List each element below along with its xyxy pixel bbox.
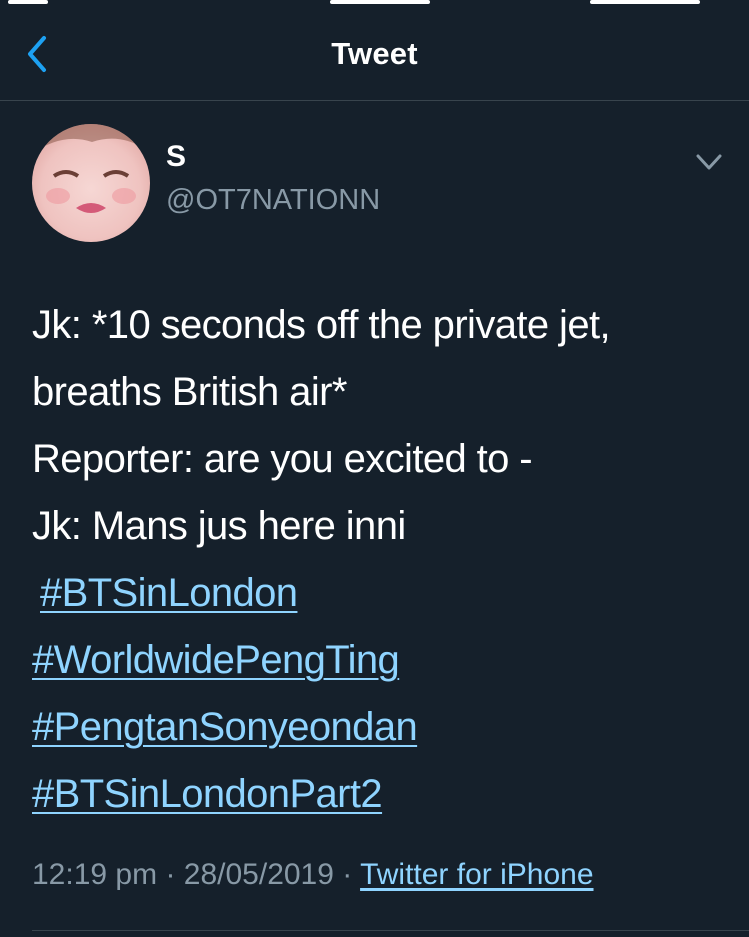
tweet-text: Jk: *10 seconds off the private jet, bre… [32, 292, 722, 828]
hashtag-link[interactable]: #PengtanSonyeondan [32, 694, 722, 761]
avatar[interactable] [32, 124, 150, 242]
tweet-meta: 12:19 pm · 28/05/2019 · Twitter for iPho… [32, 858, 594, 892]
tweet-line: Jk: Mans jus here inni [32, 504, 406, 548]
signal-indicator [8, 0, 48, 4]
meta-separator: · [342, 858, 353, 891]
page-title: Tweet [331, 36, 418, 71]
tweet-line: Reporter: are you excited to - [32, 437, 533, 481]
tweet-line: Jk: *10 seconds off the private jet, [32, 303, 611, 347]
hashtag-link[interactable]: #BTSinLondon [32, 560, 722, 627]
status-bar [0, 0, 749, 8]
tweet-source-link[interactable]: Twitter for iPhone [360, 858, 593, 891]
author-handle[interactable]: @OT7NATIONN [166, 184, 380, 217]
tweet-time: 12:19 pm [32, 858, 158, 891]
hashtag-link[interactable]: #WorldwidePengTing [32, 627, 722, 694]
hashtag-link[interactable]: #BTSinLondonPart2 [32, 761, 722, 828]
nav-header: Tweet [0, 8, 749, 101]
author-name[interactable]: S [166, 140, 186, 174]
clock-indicator [330, 0, 430, 4]
more-options-button[interactable] [694, 150, 724, 174]
meta-separator: · [165, 858, 176, 891]
avatar-photo [32, 124, 150, 242]
chevron-down-icon [696, 154, 722, 170]
tweet-line: breaths British air* [32, 370, 347, 414]
battery-indicator [590, 0, 700, 4]
tweet-date: 28/05/2019 [183, 858, 334, 891]
divider [32, 930, 749, 931]
